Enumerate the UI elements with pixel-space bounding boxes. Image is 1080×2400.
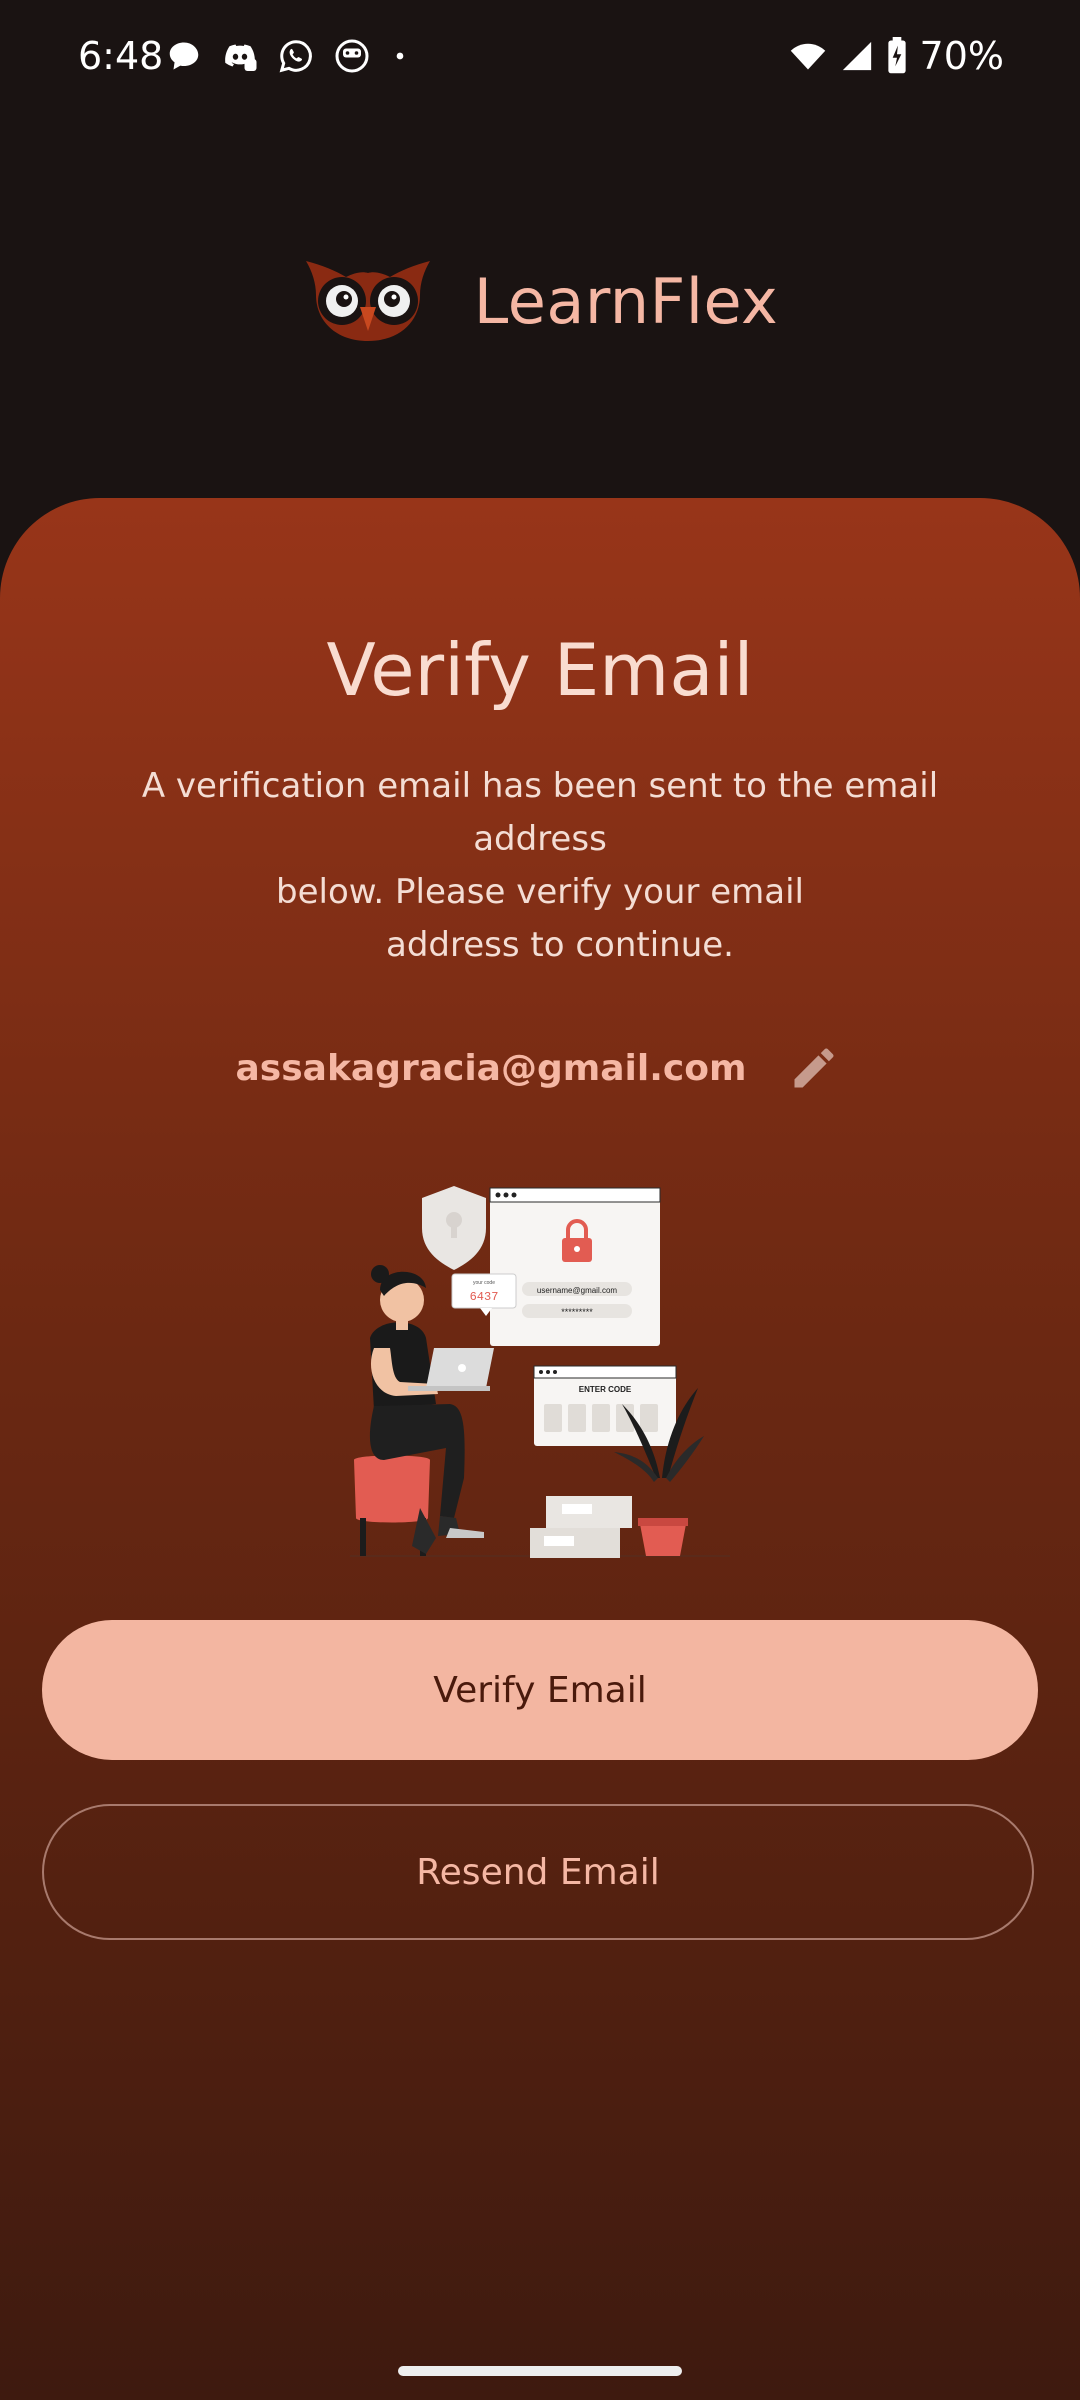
battery-charging-icon [887,37,906,74]
description-line-3: address to continue. [386,925,734,965]
owl-logo-icon [305,261,430,341]
system-status: 70% [788,34,1004,78]
home-indicator[interactable] [398,2366,682,2376]
app-name: LearnFlex [473,264,779,338]
app-face-icon [335,39,369,73]
dot-icon [396,52,404,60]
page-title: Verify Email [326,628,754,712]
email-row: assakagracia@gmail.com [0,1038,1080,1098]
login-window [490,1188,660,1346]
svg-text:your code: your code [473,1280,495,1286]
whatsapp-icon [279,40,312,73]
svg-text:username@gmail.com: username@gmail.com [537,1286,617,1295]
status-time: 6:48 [78,34,164,78]
svg-text:6437: 6437 [470,1290,499,1304]
chat-bubble-icon [169,42,199,70]
pencil-icon [794,1048,834,1088]
battery-percentage: 70% [919,34,1004,78]
verification-illustration: username@gmail.com ********* your code 6… [350,1186,730,1558]
description-line-2: below. Please verify your email [276,872,804,912]
description-line-1: A verification email has been sent to th… [141,766,939,859]
verify-card: Verify Email A verification email has be… [0,498,1080,2400]
status-bar: 6:48 70% [0,0,1080,118]
verify-email-screen: 6:48 70% LearnFlex Verify Email A verifi… [0,0,1080,2400]
svg-text:ENTER CODE: ENTER CODE [579,1385,632,1394]
edit-email-button[interactable] [784,1038,844,1098]
app-header: LearnFlex [0,255,1080,347]
verification-description: A verification email has been sent to th… [70,760,1010,972]
email-address: assakagracia@gmail.com [235,1047,747,1089]
discord-icon [225,44,257,71]
verify-email-button[interactable]: Verify Email [42,1620,1038,1760]
signal-icon [842,41,871,71]
notification-icons [166,38,410,74]
svg-text:*********: ********* [561,1307,593,1317]
wifi-icon [790,43,825,70]
resend-email-button[interactable]: Resend Email [42,1804,1034,1940]
